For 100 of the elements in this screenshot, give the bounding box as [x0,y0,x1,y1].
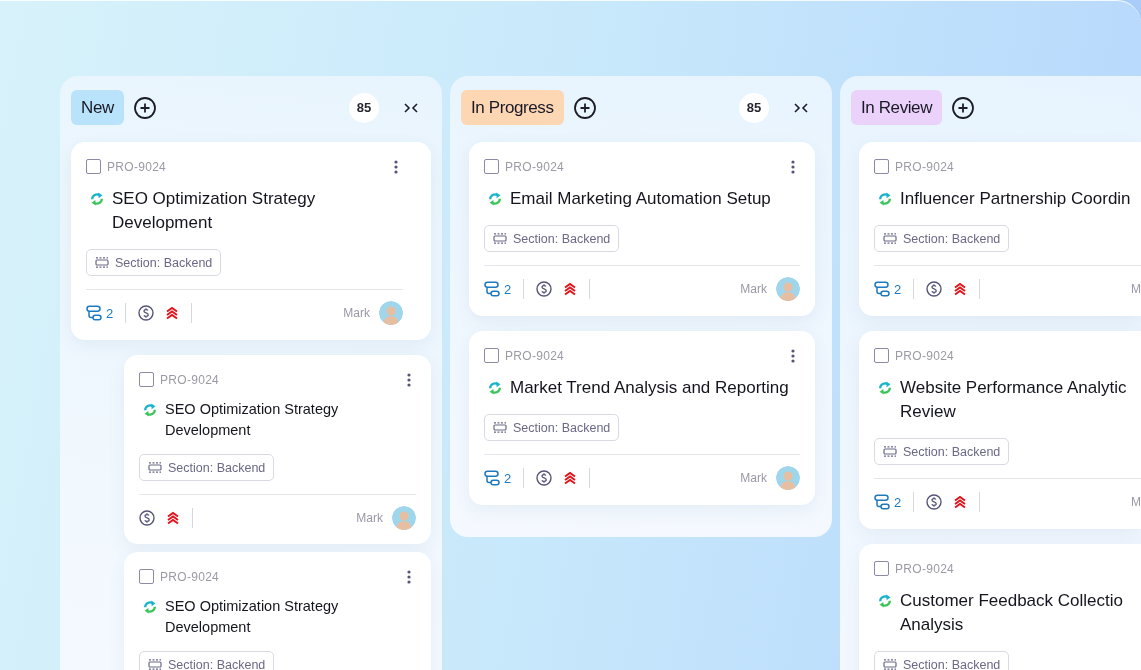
dollar-icon [138,305,155,321]
inward-chevrons-icon[interactable] [794,102,808,113]
add-icon[interactable] [573,96,596,119]
checkbox[interactable] [484,159,499,174]
dashed-box-icon [883,233,897,244]
task-card[interactable]: PRO-9024 Customer Feedback Collectio Analysis Section: Backend [859,544,1141,670]
dashed-box-icon [883,659,897,670]
dashed-box-icon [493,422,507,433]
task-title: Customer Feedback Collectio Analysis [900,590,1124,636]
count-badge: 85 [739,92,769,123]
count-badge: 85 [349,92,379,123]
checkbox[interactable] [86,159,101,174]
refresh-arrows-icon [878,381,892,395]
task-card[interactable]: PRO-9024 SEO Optimization Strategy Development Section: Backend 2 Mark [71,142,431,340]
column-title: In Progress [461,90,564,125]
chevrons-up-icon [563,282,578,296]
section-label: Section: Backend [168,657,266,670]
more-icon[interactable] [407,372,411,387]
dashed-box-icon [95,257,109,268]
avatar-icon [392,506,416,530]
tree-icon[interactable] [484,470,500,486]
task-title: SEO Optimization Strategy Development [165,597,340,637]
task-card[interactable]: PRO-9024 Market Trend Analysis and Reporting Section: Backend 2 Mark [469,331,815,505]
task-title: Market Trend Analysis and Reporting [510,377,789,399]
task-card[interactable]: PRO-9024 Influencer Partnership Coordin Section: Backend 2 M [859,142,1141,316]
checkbox[interactable] [874,561,889,576]
task-id: PRO-9024 [107,159,167,174]
chevrons-up-icon [563,471,578,485]
subtask-count: 2 [504,470,512,486]
more-icon[interactable] [407,569,411,584]
avatar-icon [776,277,800,301]
task-title: Email Marketing Automation Setup [510,188,771,210]
refresh-arrows-icon [143,402,157,417]
more-icon[interactable] [791,348,795,363]
chevrons-up-icon [953,282,968,296]
section-label: Section: Backend [513,420,611,435]
tree-icon[interactable] [86,305,102,321]
assignee-name: Mark [343,306,370,320]
column-title: In Review [851,90,943,125]
refresh-arrows-icon [488,192,502,206]
chevrons-up-icon [165,306,180,320]
tree-icon[interactable] [484,281,500,297]
task-id: PRO-9024 [505,159,565,174]
section-label: Section: Backend [115,255,213,270]
tree-icon[interactable] [874,281,890,297]
dollar-icon [926,281,943,297]
subtask-count: 2 [894,281,902,297]
add-icon[interactable] [133,96,156,119]
dollar-icon [139,510,155,526]
task-id: PRO-9024 [895,348,955,363]
dashed-box-icon [883,446,897,457]
checkbox[interactable] [139,569,154,584]
more-icon[interactable] [791,159,795,174]
refresh-arrows-icon [488,381,502,395]
task-title: Influencer Partnership Coordin [900,188,1131,210]
refresh-arrows-icon [143,599,157,614]
add-icon[interactable] [952,96,975,119]
refresh-arrows-icon [90,192,104,206]
dollar-icon [926,494,943,510]
task-id: PRO-9024 [505,348,565,363]
more-icon[interactable] [394,159,398,174]
task-title: Website Performance Analytic Review [900,377,1128,423]
checkbox[interactable] [139,372,154,387]
dollar-icon [536,281,553,297]
section-label: Section: Backend [513,231,611,246]
task-title: SEO Optimization Strategy Development [165,400,340,440]
assignee-name: Mark [356,511,383,525]
chevrons-up-icon [166,511,180,525]
refresh-arrows-icon [878,594,892,608]
task-id: PRO-9024 [895,159,955,174]
task-card[interactable]: PRO-9024 SEO Optimization Strategy Development Section: Backend Mark [124,355,431,544]
task-card[interactable]: PRO-9024 SEO Optimization Strategy Development Section: Backend [124,552,431,670]
tree-icon[interactable] [874,494,890,510]
task-id: PRO-9024 [160,569,220,584]
dashed-box-icon [148,462,162,473]
assignee-name: Mark [740,282,767,296]
section-label: Section: Backend [903,231,1001,246]
section-label: Section: Backend [903,444,1001,459]
section-label: Section: Backend [168,460,266,475]
avatar-icon [776,466,800,490]
assignee-name: Mark [740,471,767,485]
subtask-count: 2 [894,494,902,510]
task-id: PRO-9024 [895,561,955,576]
task-title: SEO Optimization Strategy Development [112,188,317,234]
task-card[interactable]: PRO-9024 Email Marketing Automation Setup Section: Backend 2 Mark [469,142,815,316]
section-label: Section: Backend [903,657,1001,670]
dashed-box-icon [493,233,507,244]
subtask-count: 2 [504,281,512,297]
task-id: PRO-9024 [160,372,220,387]
checkbox[interactable] [874,348,889,363]
dashed-box-icon [148,659,162,670]
inward-chevrons-icon[interactable] [404,102,418,113]
refresh-arrows-icon [878,192,892,206]
chevrons-up-icon [953,495,968,509]
avatar-icon [379,301,403,325]
task-card[interactable]: PRO-9024 Website Performance Analytic Review Section: Backend 2 M [859,331,1141,529]
subtask-count: 2 [106,305,114,321]
checkbox[interactable] [484,348,499,363]
column-title: New [71,90,124,125]
checkbox[interactable] [874,159,889,174]
